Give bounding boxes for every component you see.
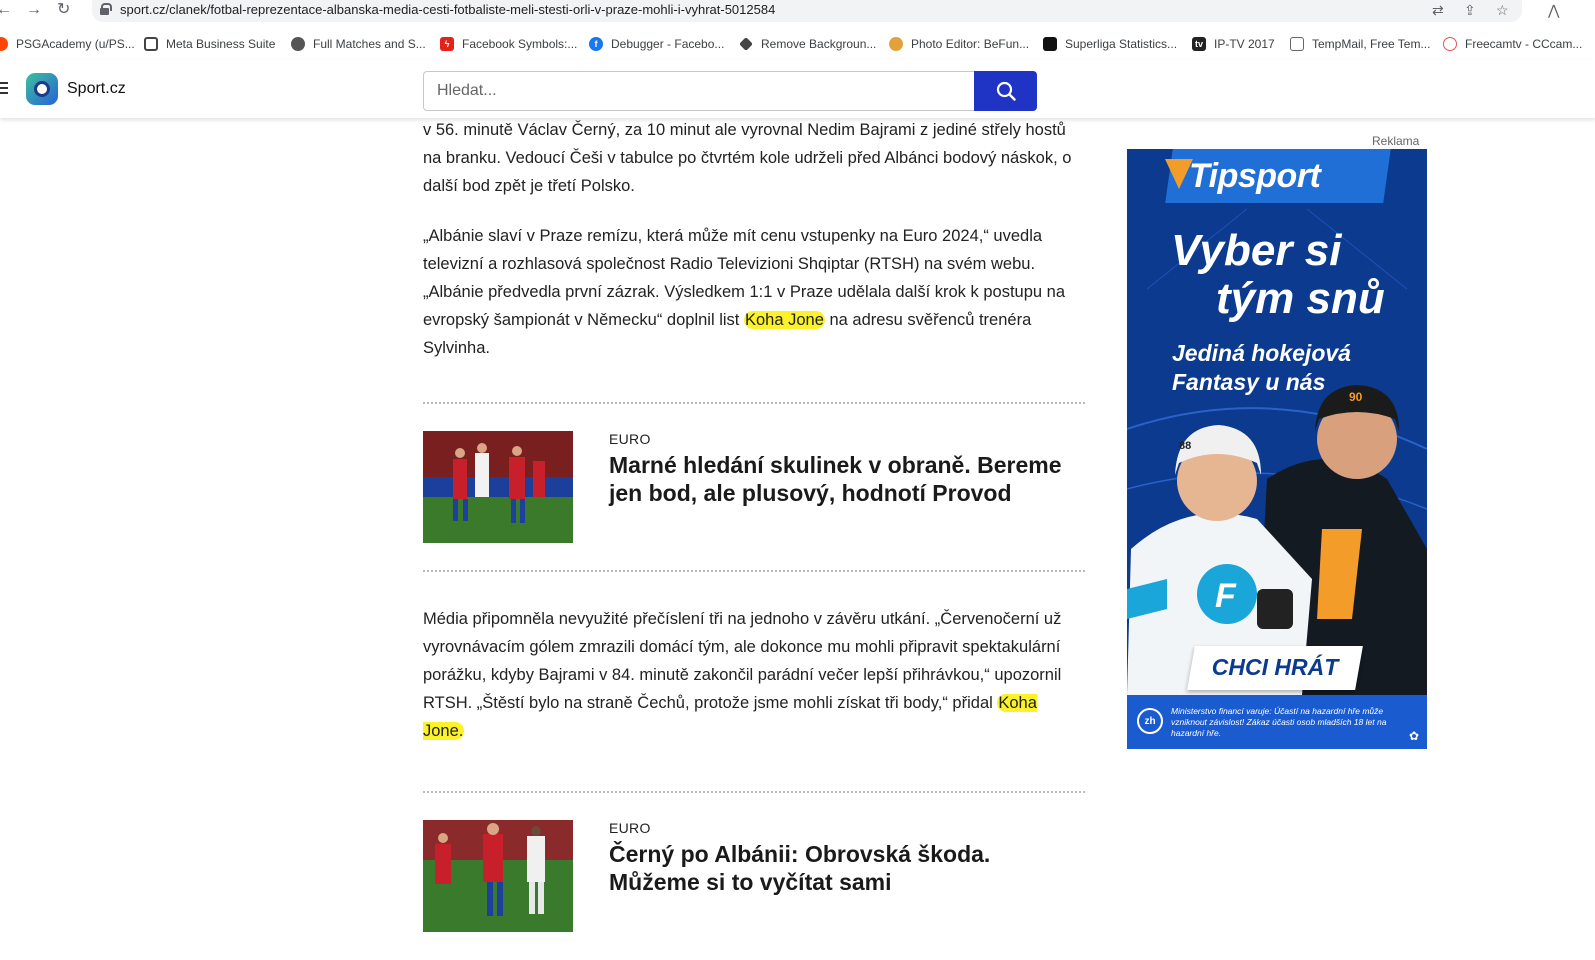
befunky-icon (889, 37, 903, 51)
browser-address-bar: ← → ↻ sport.cz/clanek/fotbal-reprezentac… (0, 0, 1595, 24)
search-icon (996, 81, 1016, 101)
search-button[interactable] (974, 71, 1037, 111)
article-paragraph: v 56. minutě Václav Černý, za 10 minut a… (423, 121, 1072, 195)
bookmark-item[interactable]: Meta Business Suite (144, 35, 275, 53)
tv-icon: tv (1192, 37, 1206, 51)
tipsport-logo-text: Tipsport (1189, 157, 1321, 195)
url-field[interactable]: sport.cz/clanek/fotbal-reprezentace-alba… (92, 0, 1522, 22)
ministry-badge-icon: zh (1137, 708, 1163, 734)
bookmark-item[interactable]: Remove Backgroun... (739, 35, 876, 53)
divider (423, 570, 1085, 572)
divider (423, 402, 1085, 404)
related-article-card[interactable]: EURO Černý po Albánii: Obrovská škoda. M… (423, 820, 1085, 932)
forward-arrow-icon[interactable]: → (26, 1, 42, 19)
related-article-title[interactable]: Marné hledání skulinek v obraně. Bereme … (609, 451, 1079, 507)
bookmark-item[interactable]: tv IP-TV 2017 (1192, 35, 1275, 53)
extension-icon[interactable]: ⋀ (1548, 1, 1559, 19)
jersey-letter: F (1330, 535, 1348, 568)
ad-label: Reklama (1372, 134, 1420, 148)
tipsport-ad-banner[interactable]: 90 F F 88 Tipsport Vyber si tým snů Jedi… (1127, 149, 1427, 749)
lock-icon (100, 3, 112, 15)
share-icon[interactable]: ⇪ (1464, 2, 1476, 19)
article-paragraph: Média připomněla nevyužité přečíslení tř… (423, 610, 1062, 740)
facebook-icon: f (589, 37, 603, 51)
bookmark-item[interactable]: Freecamtv - CCcam... (1443, 35, 1582, 53)
mail-icon (1290, 37, 1304, 51)
globe-icon (291, 37, 305, 51)
layers-icon (739, 37, 753, 51)
article-category[interactable]: EURO (609, 431, 651, 447)
bookmark-item[interactable]: Superliga Statistics... (1043, 35, 1177, 53)
article-category[interactable]: EURO (609, 820, 651, 836)
article-thumbnail[interactable] (423, 820, 573, 932)
paw-icon: ✿ (1409, 729, 1420, 743)
ad-headline: Vyber si tým snů (1171, 226, 1385, 323)
divider (423, 791, 1085, 793)
jersey-number: 88 (1179, 440, 1191, 452)
ad-cta-label[interactable]: CHCI HRÁT (1191, 654, 1359, 681)
translate-icon[interactable]: ⇄ (1432, 2, 1444, 19)
highlighted-text: Koha Jone (743, 311, 825, 329)
url-text[interactable]: sport.cz/clanek/fotbal-reprezentace-alba… (120, 2, 775, 17)
bookmark-item[interactable]: ϟ Facebook Symbols:... (440, 35, 577, 53)
bookmark-star-icon[interactable]: ☆ (1496, 2, 1509, 19)
bookmarks-bar: PSGAcademy (u/PS... Meta Business Suite … (0, 30, 1595, 56)
related-article-card[interactable]: EURO Marné hledání skulinek v obraně. Be… (423, 431, 1085, 543)
reddit-icon (0, 37, 8, 51)
ad-disclaimer-text: Ministerstvo financí varuje: Účastí na h… (1171, 706, 1387, 738)
sport-cz-logo-icon[interactable] (26, 73, 58, 105)
bookmark-item[interactable]: f Debugger - Facebo... (589, 35, 724, 53)
site-header: Sport.cz (0, 60, 1595, 118)
bookmark-item[interactable]: Full Matches and S... (291, 35, 426, 53)
search-input[interactable] (423, 71, 974, 111)
bookmark-item[interactable]: Photo Editor: BeFun... (889, 35, 1029, 53)
article-thumbnail[interactable] (423, 431, 573, 543)
back-arrow-icon[interactable]: ← (0, 1, 12, 19)
ad-subheadline: Jediná hokejová Fantasy u nás (1172, 340, 1351, 395)
brand-name[interactable]: Sport.cz (67, 80, 126, 98)
cloud-icon (1443, 37, 1457, 51)
reload-icon[interactable]: ↻ (57, 1, 70, 19)
related-article-title[interactable]: Černý po Albánii: Obrovská škoda. Můžeme… (609, 840, 1079, 896)
jersey-letter: F (1215, 577, 1237, 615)
bolt-icon: ϟ (440, 37, 454, 51)
meta-suite-icon (144, 37, 158, 51)
bookmark-item[interactable]: TempMail, Free Tem... (1290, 35, 1430, 53)
superliga-icon (1043, 37, 1057, 51)
article-paragraph: „Albánie slaví v Praze remízu, která můž… (423, 227, 1066, 357)
menu-icon[interactable] (0, 82, 8, 94)
bookmark-item[interactable]: PSGAcademy (u/PS... (0, 35, 135, 53)
